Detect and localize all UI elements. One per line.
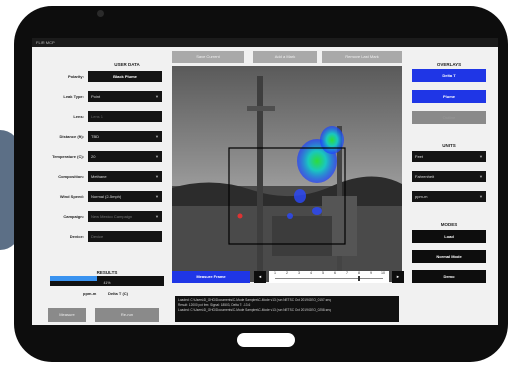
measure-button[interactable]: Measure bbox=[48, 308, 86, 322]
device-field[interactable]: Device bbox=[88, 231, 162, 242]
slider-tick-label: 7 bbox=[346, 271, 348, 275]
concentration-unit-value: ppm-m bbox=[415, 194, 428, 199]
measure-frame-button[interactable]: Measure Frame bbox=[172, 271, 250, 283]
chevron-down-icon: ▼ bbox=[479, 174, 483, 179]
slider-tick-label: 3 bbox=[298, 271, 300, 275]
chevron-down-icon: ▼ bbox=[155, 194, 159, 199]
distance-unit-select[interactable]: Feet ▼ bbox=[412, 151, 486, 162]
log-panel: Loaded: C:\Users\D_GHG\Documents\C-Mode … bbox=[175, 296, 399, 322]
slider-track bbox=[275, 278, 383, 279]
home-button[interactable] bbox=[237, 333, 295, 347]
temperature-select[interactable]: 20 ▼ bbox=[88, 151, 162, 162]
results-progress-text: 41% bbox=[103, 281, 111, 285]
tab-remove-last-mark[interactable]: Remove Last Mark bbox=[322, 51, 402, 63]
device-label: Device: bbox=[69, 234, 84, 239]
results-progress-bar: 41% bbox=[50, 276, 164, 286]
units-header: UNITS bbox=[442, 143, 456, 148]
polarity-label: Polarity: bbox=[67, 74, 84, 79]
frame-slider[interactable]: 1 2 3 4 5 6 7 8 9 10 bbox=[269, 271, 389, 283]
temperature-unit-value: Fahrenheit bbox=[415, 174, 435, 179]
chevron-down-icon: ▼ bbox=[155, 134, 159, 139]
campaign-select[interactable]: New Mexico Campaign ▼ bbox=[88, 211, 162, 222]
campaign-value: New Mexico Campaign bbox=[91, 214, 133, 219]
plume-low-1 bbox=[294, 189, 306, 203]
plume-low-3 bbox=[287, 213, 293, 219]
chevron-down-icon: ▼ bbox=[155, 94, 159, 99]
log-line: Loaded: C:\Users\D_GHG\Documents\C-Mode … bbox=[178, 308, 331, 312]
wind-speed-select[interactable]: Normal (2-5mph) ▼ bbox=[88, 191, 162, 202]
equipment-base bbox=[272, 216, 332, 256]
outline-overlay-button[interactable]: Outline bbox=[412, 111, 486, 124]
chevron-down-icon: ▼ bbox=[479, 194, 483, 199]
slider-tick-label: 1 bbox=[274, 271, 276, 275]
pipe-crossbar bbox=[247, 106, 275, 111]
temperature-value: 20 bbox=[91, 154, 96, 159]
tab-add-mark[interactable]: Add a Mark bbox=[253, 51, 317, 63]
results-header: RESULTS bbox=[96, 270, 118, 275]
overlays-header: OVERLAYS bbox=[436, 62, 462, 67]
wind-speed-label: Wind Speed: bbox=[59, 194, 84, 199]
composition-label: Composition: bbox=[58, 174, 84, 179]
normal-mode-button[interactable]: Normal Mode bbox=[412, 250, 486, 263]
slider-tick-label: 5 bbox=[322, 271, 324, 275]
campaign-label: Campaign: bbox=[63, 214, 84, 219]
plume-top bbox=[320, 126, 344, 154]
leak-type-value: Point bbox=[91, 94, 101, 99]
user-data-header: USER DATA bbox=[114, 62, 140, 67]
distance-value: TBD bbox=[91, 134, 99, 139]
leak-type-label: Leak Type: bbox=[63, 94, 84, 99]
leak-marker bbox=[237, 213, 243, 219]
unit-delta-t-label: Delta T (C) bbox=[108, 291, 128, 296]
composition-value: Methane bbox=[91, 174, 107, 179]
window-title: FLIR MCP bbox=[32, 38, 498, 47]
chevron-down-icon: ▼ bbox=[479, 154, 483, 159]
chevron-down-icon: ▼ bbox=[155, 214, 159, 219]
distance-unit-value: Feet bbox=[415, 154, 424, 159]
distance-label: Distance (ft): bbox=[59, 134, 84, 139]
thermal-image[interactable] bbox=[172, 66, 402, 282]
chevron-down-icon: ▼ bbox=[155, 154, 159, 159]
slider-tick-label: 2 bbox=[286, 271, 288, 275]
load-button[interactable]: Load bbox=[412, 230, 486, 243]
plume-low-2 bbox=[312, 207, 322, 215]
lens-field[interactable]: Lens 1 bbox=[88, 111, 162, 122]
slider-tick-label: 4 bbox=[310, 271, 312, 275]
next-frame-button[interactable]: ► bbox=[392, 271, 404, 283]
lens-label: Lens: bbox=[73, 114, 84, 119]
plume-overlay-button[interactable]: Plume bbox=[412, 90, 486, 103]
temperature-label: Temperature (C): bbox=[52, 154, 84, 159]
composition-select[interactable]: Methane ▼ bbox=[88, 171, 162, 182]
chevron-down-icon: ▼ bbox=[155, 174, 159, 179]
slider-thumb[interactable] bbox=[358, 276, 360, 281]
tab-save-current[interactable]: Save Current bbox=[172, 51, 244, 63]
delta-t-overlay-button[interactable]: Delta T bbox=[412, 69, 486, 82]
slider-tick-label: 9 bbox=[370, 271, 372, 275]
slider-tick-label: 10 bbox=[381, 271, 385, 275]
concentration-unit-select[interactable]: ppm-m ▼ bbox=[412, 191, 486, 202]
polarity-field[interactable]: Black Plume bbox=[88, 71, 162, 82]
modes-header: MODES bbox=[440, 222, 458, 227]
temperature-unit-select[interactable]: Fahrenheit ▼ bbox=[412, 171, 486, 182]
re-run-button[interactable]: Re-run bbox=[95, 308, 159, 322]
unit-ppm-label: ppm-m bbox=[83, 291, 97, 296]
wind-speed-value: Normal (2-5mph) bbox=[91, 194, 122, 199]
distance-select[interactable]: TBD ▼ bbox=[88, 131, 162, 142]
slider-tick-label: 8 bbox=[358, 271, 360, 275]
prev-frame-button[interactable]: ◄ bbox=[254, 271, 266, 283]
leak-type-select[interactable]: Point ▼ bbox=[88, 91, 162, 102]
demo-button[interactable]: Demo bbox=[412, 270, 486, 283]
slider-tick-label: 6 bbox=[334, 271, 336, 275]
app-screen: FLIR MCP USER DATA Polarity: Black Plume… bbox=[32, 38, 498, 325]
camera-dot bbox=[97, 10, 104, 17]
